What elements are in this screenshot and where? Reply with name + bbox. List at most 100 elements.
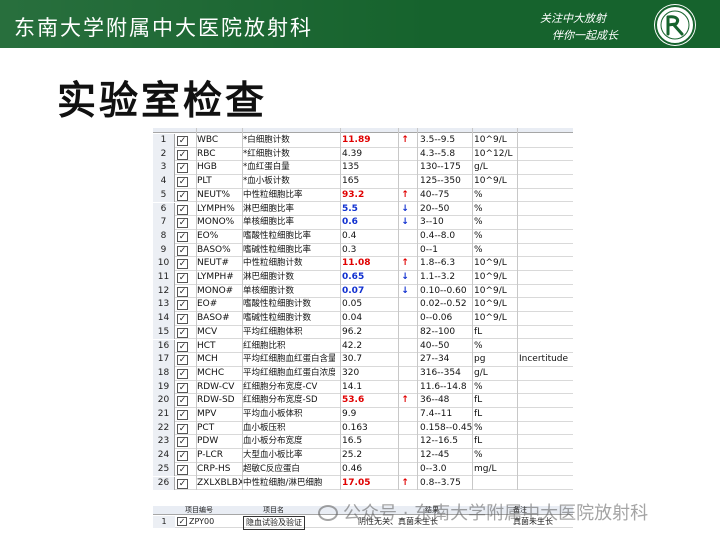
row-checkbox[interactable]: ✓ [177,355,188,366]
row-checkbox[interactable]: ✓ [177,286,188,297]
row-number: 10 [153,257,175,271]
remark [519,477,573,491]
row-checkbox[interactable]: ✓ [177,231,188,242]
row-checkbox[interactable]: ✓ [177,382,188,393]
row-checkbox[interactable]: ✓ [177,177,188,188]
table-row[interactable]: 21 ✓ MPV 平均血小板体积 9.9 7.4--11 fL [153,408,573,422]
table-row[interactable]: 6 ✓ LYMPH% 淋巴细胞比率 5.5 ↓ 20--50% [153,202,573,217]
reference-range: 0.8--3.75 [420,477,461,488]
row-number: 9 [153,243,175,258]
test-code: P-LCR [197,450,224,461]
row-checkbox[interactable]: ✓ [177,368,188,379]
table-row[interactable]: 18 ✓ MCHC 平均红细胞血红蛋白浓度 320 316--354 g/L [153,366,573,381]
test-result: 0.3 [342,244,357,255]
table-row[interactable]: 20 ✓ RDW-SD 红细胞分布宽度-SD 53.6 ↑ 36--48 fL [153,394,573,408]
test-code: MCV [197,326,218,337]
test-result: 0.4 [342,230,357,241]
reference-range: 11.6--14.8 [420,381,467,392]
table-row[interactable]: 17 ✓ MCH 平均红细胞血红蛋白含量 30.7 27--34 pg Incertitude [153,353,573,367]
row-checkbox[interactable]: ✓ [177,327,188,338]
reference-range: 0--1 [420,244,438,255]
table-row[interactable]: 10 ✓ NEUT# 中性粒细胞计数 11.08 ↑ 1.8--6.3 10^9/L [153,257,573,271]
reference-range: 3.5--9.5 [420,135,456,145]
row-number: 5 [153,188,175,203]
table-row[interactable]: 14 ✓ BASO# 嗜碱性粒细胞计数 0.04 0--0.06 10^9/L [153,312,573,326]
test-name: 平均红细胞体积 [243,326,303,337]
table-row[interactable]: 26 ✓ ZXLXBLBX 中性粒细胞/淋巴细胞 17.05 ↑ 0.8--3.75 [153,476,573,491]
test-name: 单核细胞计数 [243,285,295,296]
table-row[interactable]: 9 ✓ BASO% 嗜碱性粒细胞比率 0.3 0--1% [153,243,573,258]
table-row[interactable]: 7 ✓ MONO% 单核细胞比率 0.6 ↓ 3--10% [153,216,573,230]
table-row[interactable]: 13 ✓ EO# 嗜酸性粒细胞计数 0.05 0.02--0.52 10^9/L [153,298,573,313]
remark [519,449,573,463]
row-checkbox[interactable]: ✓ [177,273,188,283]
table-row[interactable]: 8 ✓ EO% 嗜酸性粒细胞比率 0.4 0.4--8.0% [153,229,573,244]
table-row[interactable]: 23 ✓ PDW 血小板分布宽度 16.5 12--16.5 fL [153,435,573,450]
row-checkbox[interactable]: ✓ [177,410,188,420]
strip-row-checkbox[interactable]: ✓ [177,517,187,526]
table-row[interactable]: 15 ✓ MCV 平均红细胞体积 96.2 82--100 fL [153,325,573,340]
remark [519,148,573,162]
row-checkbox[interactable]: ✓ [177,437,188,448]
row-checkbox[interactable]: ✓ [177,423,188,434]
row-number: 17 [153,353,175,367]
test-result: 0.6 [342,217,358,228]
row-checkbox[interactable]: ✓ [177,190,188,201]
abnormal-flag [399,340,411,354]
row-number: 3 [153,161,175,176]
test-code: NEUT% [197,189,231,200]
test-name: 淋巴细胞计数 [243,272,295,282]
row-checkbox[interactable]: ✓ [177,149,188,160]
table-row[interactable]: 25 ✓ CRP-HS 超敏C反应蛋白 0.46 0--3.0 mg/L [153,462,573,477]
test-code: MCHC [197,367,225,378]
row-number: 12 [153,284,175,299]
row-checkbox[interactable]: ✓ [177,396,188,407]
table-row[interactable]: 11 ✓ LYMPH# 淋巴细胞计数 0.65 ↓ 1.1--3.2 10^9/L [153,271,573,285]
row-checkbox[interactable]: ✓ [177,451,188,462]
row-checkbox[interactable]: ✓ [177,341,188,352]
unit: fL [474,395,483,406]
table-row[interactable]: 3 ✓ HGB *血红蛋白量 135 130--175 g/L [153,161,573,176]
test-code: LYMPH# [197,272,234,282]
row-checkbox[interactable]: ✓ [177,314,188,325]
grid-line [472,128,473,490]
row-number: 23 [153,435,175,450]
row-checkbox[interactable]: ✓ [177,218,188,229]
test-code: PCT [197,422,215,433]
row-checkbox[interactable]: ✓ [177,478,188,489]
test-name: *白细胞计数 [243,135,290,145]
row-checkbox[interactable]: ✓ [177,136,188,146]
remark [519,381,573,395]
watermark: 公众号 · 东南大学附属中大医院放射科 [318,499,648,525]
row-checkbox[interactable]: ✓ [177,300,188,311]
table-row[interactable]: 4 ✓ PLT *血小板计数 165 125--350 10^9/L [153,175,573,189]
remark [519,298,573,312]
table-row[interactable]: 1 ✓ WBC *白细胞计数 11.89 ↑ 3.5--9.5 10^9/L [153,134,573,148]
test-result: 25.2 [342,450,363,461]
row-checkbox[interactable]: ✓ [177,163,188,174]
grid-line [517,128,518,490]
reference-range: 0.10--0.60 [420,285,467,296]
test-result: 0.163 [342,422,368,433]
table-row[interactable]: 22✓ PCT 血小板压积 0.163 0.158--0.452% [153,421,573,436]
row-checkbox[interactable]: ✓ [177,464,188,475]
row-checkbox[interactable]: ✓ [177,259,188,270]
table-row[interactable]: 2 ✓ RBC *红细胞计数 4.39 4.3--5.8 10^12/L [153,147,573,162]
row-checkbox[interactable]: ✓ [177,204,188,215]
table-row[interactable]: 5 ✓ NEUT% 中性粒细胞比率 93.2 ↑ 40--75% [153,188,573,203]
unit: pg [474,354,486,365]
test-result: 11.89 [342,135,371,145]
table-row[interactable]: 24 ✓ P-LCR 大型血小板比率 25.2 12--45% [153,449,573,463]
abnormal-flag [399,312,411,326]
table-row[interactable]: 19 ✓ RDW-CV 红细胞分布宽度-CV 14.1 11.6--14.8% [153,380,573,395]
unit: fL [474,409,483,419]
row-checkbox[interactable]: ✓ [177,245,188,256]
reference-range: 0.4--8.0 [420,230,456,241]
table-row[interactable]: 16 ✓ HCT 红细胞比积 42.2 40--50% [153,339,573,354]
grid-line [242,128,243,490]
table-row[interactable]: 12 ✓ MONO# 单核细胞计数 0.07 ↓ 0.10--0.60 10^9/L [153,284,573,299]
row-number: 8 [153,229,175,244]
test-name: 嗜碱性粒细胞计数 [243,313,312,324]
remark [519,161,573,175]
test-code: HGB [197,162,217,173]
